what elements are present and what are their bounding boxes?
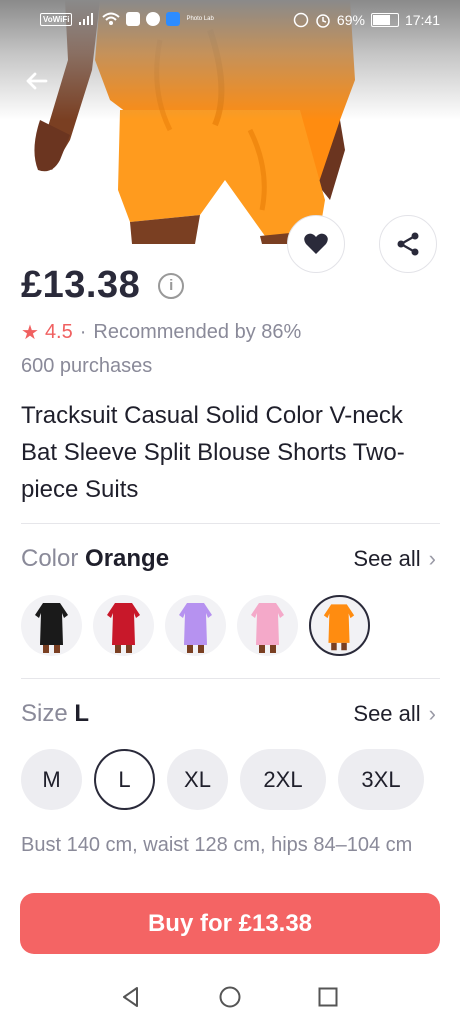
size-option-l[interactable]: L: [94, 749, 155, 810]
vowifi-indicator: VoWiFi: [40, 12, 73, 26]
search-app-icon: [166, 12, 181, 26]
share-button[interactable]: [379, 215, 437, 273]
size-option-3xl[interactable]: 3XL: [338, 749, 424, 810]
size-measurements: Bust 140 cm, waist 128 cm, hips 84–104 c…: [21, 834, 413, 856]
nav-back-icon[interactable]: [118, 984, 144, 1010]
swatch-lavender[interactable]: [165, 595, 226, 656]
size-options: M L XL 2XL 3XL: [21, 749, 424, 810]
wifi-icon: [102, 12, 121, 25]
swatch-red[interactable]: [93, 595, 154, 656]
nav-recents-icon[interactable]: [315, 984, 341, 1010]
buy-button[interactable]: Buy for £13.38: [20, 893, 440, 954]
status-bar: VoWiFi Photo Lab 69% 17:41: [0, 0, 460, 44]
size-label-text: Size: [21, 700, 68, 727]
divider: [21, 523, 440, 524]
data-saver-icon: [293, 12, 309, 28]
pink-outfit-thumbnail: [251, 603, 284, 653]
swatch-black[interactable]: [21, 595, 82, 656]
product-title: Tracksuit Casual Solid Color V-neck Bat …: [21, 402, 405, 503]
battery-percent: 69%: [336, 12, 365, 28]
color-swatches: [21, 595, 370, 656]
size-label: Size L: [21, 700, 89, 728]
selected-color: Orange: [85, 545, 170, 572]
price-row: £13.38 i: [21, 264, 185, 307]
notification-app-icon: [126, 12, 141, 26]
see-all-label: See all: [353, 701, 421, 726]
alarm-icon: [316, 14, 330, 28]
chevron-right-icon: ›: [428, 546, 436, 571]
photo-lab-label: Photo Lab: [186, 15, 214, 22]
selected-size: L: [74, 700, 90, 727]
red-outfit-thumbnail: [107, 603, 140, 653]
color-label-text: Color: [21, 545, 79, 572]
see-all-label: See all: [353, 546, 421, 571]
swatch-pink[interactable]: [237, 595, 298, 656]
color-label: Color Orange: [21, 545, 169, 573]
signal-icon: [79, 13, 94, 25]
divider: [21, 678, 440, 679]
black-outfit-thumbnail: [35, 603, 68, 653]
size-option-xl[interactable]: XL: [167, 749, 228, 810]
star-icon: ★: [21, 322, 39, 344]
info-icon[interactable]: i: [158, 272, 185, 299]
separator-dot: ·: [79, 321, 87, 343]
lavender-outfit-thumbnail: [179, 603, 212, 653]
heart-icon: [304, 233, 328, 254]
battery-icon: [370, 13, 399, 27]
rating-row[interactable]: ★ 4.5 · Recommended by 86%: [21, 320, 301, 345]
clock: 17:41: [404, 12, 440, 28]
nav-home-icon[interactable]: [217, 984, 243, 1010]
recommended-text: Recommended by 86%: [93, 321, 302, 343]
rating-score: 4.5: [44, 321, 73, 343]
size-see-all[interactable]: See all ›: [353, 701, 436, 727]
system-nav-bar: [0, 970, 460, 1024]
back-arrow-icon[interactable]: [22, 66, 52, 96]
swatch-orange[interactable]: [309, 595, 370, 656]
size-option-m[interactable]: M: [21, 749, 82, 810]
orange-outfit-thumbnail: [323, 604, 355, 651]
whatsapp-icon: [146, 12, 161, 26]
chevron-right-icon: ›: [428, 701, 436, 726]
share-icon: [397, 232, 419, 256]
size-option-2xl[interactable]: 2XL: [240, 749, 326, 810]
purchases-count: 600 purchases: [21, 355, 153, 377]
price: £13.38: [21, 264, 141, 306]
color-see-all[interactable]: See all ›: [353, 546, 436, 572]
favorite-button[interactable]: [287, 215, 345, 273]
